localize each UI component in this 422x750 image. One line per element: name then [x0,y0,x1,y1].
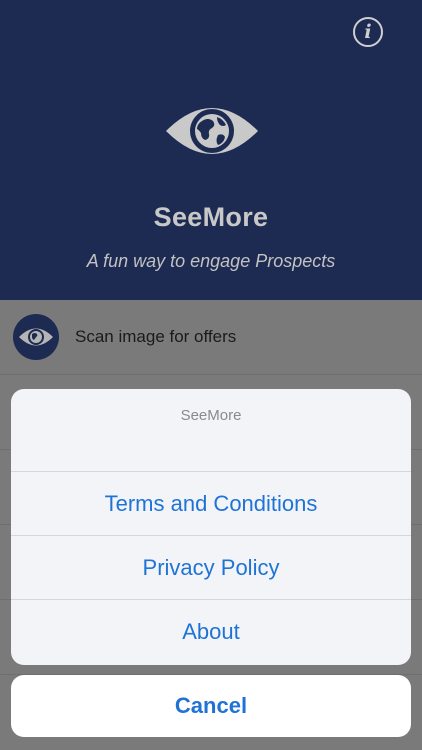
info-button[interactable]: i [353,17,383,47]
about-button[interactable]: About [11,600,411,664]
terms-and-conditions-button[interactable]: Terms and Conditions [11,472,411,536]
action-sheet: SeeMore Terms and Conditions Privacy Pol… [11,389,411,665]
hero-header: i SeeMore A fun way to engage Prospects [0,0,422,300]
app-title: SeeMore [153,202,269,232]
list-item-scan-image[interactable]: Scan image for offers [0,300,422,375]
list-item-label: Scan image for offers [75,327,237,346]
action-sheet-title: SeeMore [11,389,411,472]
info-icon: i [364,21,372,43]
privacy-policy-button[interactable]: Privacy Policy [11,536,411,600]
app-tagline: A fun way to engage Prospects [86,251,336,271]
eye-globe-icon [13,314,59,360]
eye-globe-logo-icon [166,108,258,154]
cancel-button[interactable]: Cancel [11,675,411,737]
